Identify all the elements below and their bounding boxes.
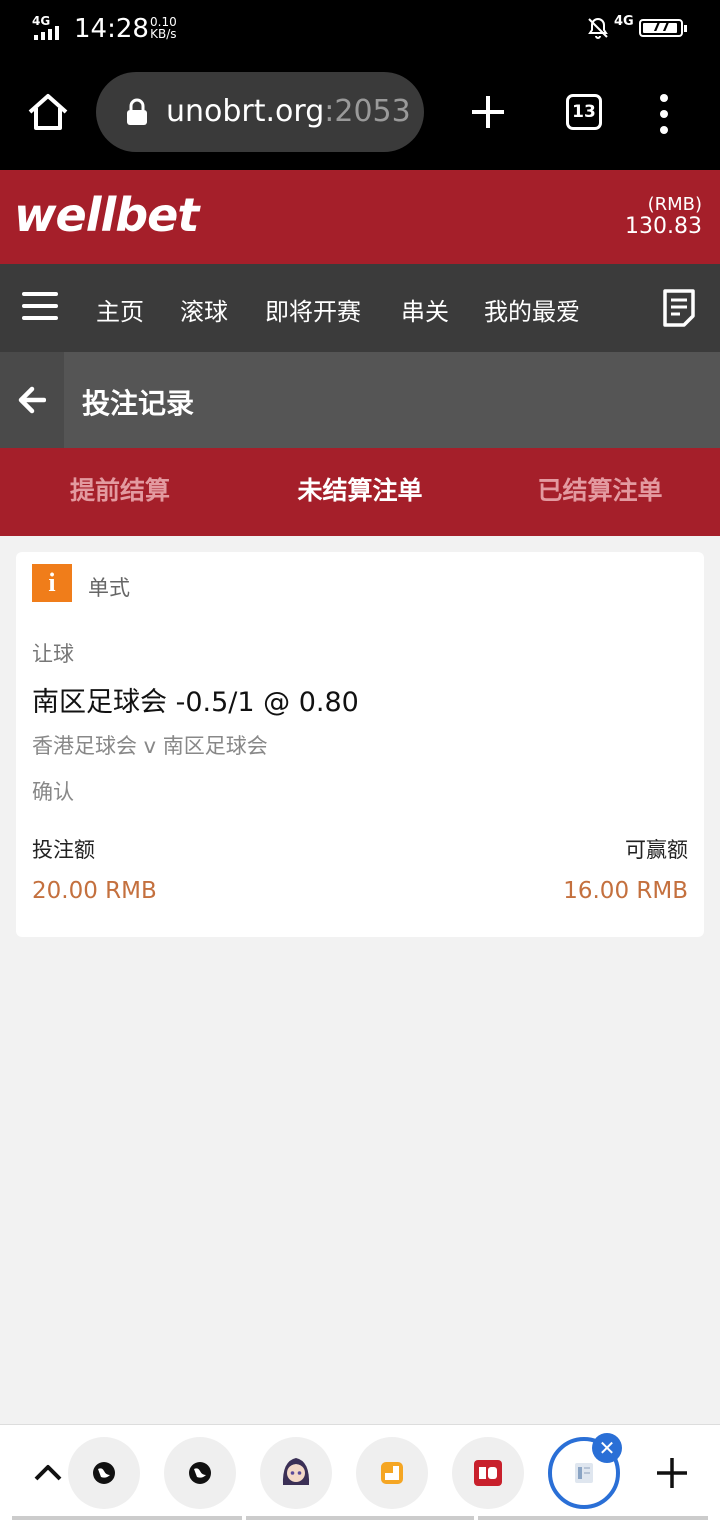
globe-icon [93, 1462, 115, 1484]
network-speed: 0.10 KB/s [150, 16, 177, 40]
document-icon [575, 1463, 593, 1483]
match-name: 香港足球会 v 南区足球会 [32, 734, 268, 758]
back-button[interactable] [0, 352, 64, 448]
tab-thumbnail-red-app[interactable] [452, 1437, 524, 1509]
signal-icon [34, 26, 64, 40]
clock: 14:28 [74, 14, 149, 44]
tab-thumbnail-globe-partial[interactable] [68, 1437, 140, 1509]
stake-amount: 20.00 RMB [32, 878, 157, 904]
tab-thumbnail-orange-app[interactable] [356, 1437, 428, 1509]
bet-type: 单式 [88, 576, 130, 600]
bet-market: 让球 [32, 642, 74, 666]
anime-avatar-icon [282, 1458, 310, 1485]
tab-thumbnail-globe[interactable] [164, 1437, 236, 1509]
bottom-tab-strip: ✕ [0, 1424, 720, 1520]
home-icon[interactable] [26, 90, 70, 134]
to-win-label: 可赢额 [625, 838, 688, 862]
speed-unit: KB/s [150, 27, 177, 41]
arrow-left-icon [18, 386, 46, 414]
battery-icon: 77 [639, 19, 687, 37]
bet-selection: 南区足球会 -0.5/1 @ 0.80 [32, 687, 359, 718]
status-bar: 4G 14:28 0.10 KB/s 4G 77 [0, 0, 720, 58]
bet-status: 确认 [32, 780, 74, 804]
bet-record-tabs: 提前结算 未结算注单 已结算注单 [0, 448, 720, 536]
close-tab-icon[interactable]: ✕ [592, 1433, 622, 1463]
bell-off-icon [588, 17, 608, 39]
plus-icon[interactable] [468, 92, 508, 132]
address-bar[interactable]: unobrt.org:2053 [96, 72, 424, 152]
plus-icon[interactable] [654, 1455, 690, 1491]
nav-item-upcoming[interactable]: 即将开赛 [265, 292, 361, 327]
url-port: :2053 [324, 94, 411, 129]
info-icon: i [32, 564, 72, 602]
nav-item-parlay[interactable]: 串关 [401, 292, 449, 327]
page-title: 投注记录 [82, 387, 195, 420]
tab-cash-out[interactable]: 提前结算 [0, 448, 240, 536]
bet-card[interactable]: i 单式 让球 南区足球会 -0.5/1 @ 0.80 香港足球会 v 南区足球… [16, 552, 704, 937]
gesture-indicators [0, 1516, 720, 1520]
globe-icon [189, 1462, 211, 1484]
betslip-icon[interactable] [662, 288, 696, 328]
nav-item-favorites[interactable]: 我的最爱 [484, 292, 580, 327]
tab-thumbnail-avatar[interactable] [260, 1437, 332, 1509]
stake-label: 投注额 [32, 838, 95, 862]
site-header: wellbet (RMB) 130.83 [0, 170, 720, 264]
orange-app-icon [381, 1462, 403, 1484]
main-nav: 主页 滚球 即将开赛 串关 我的最爱 [0, 264, 720, 352]
nav-item-home[interactable]: 主页 [96, 292, 144, 327]
chevron-up-icon[interactable] [32, 1459, 64, 1487]
to-win-amount: 16.00 RMB [563, 878, 688, 904]
hamburger-menu-icon[interactable] [22, 290, 58, 322]
balance-amount: 130.83 [625, 214, 702, 239]
wellbet-logo[interactable]: wellbet [14, 188, 199, 242]
lock-icon [127, 98, 147, 125]
tab-settled[interactable]: 已结算注单 [480, 448, 720, 536]
balance-currency: (RMB) [647, 194, 702, 215]
browser-toolbar: unobrt.org:2053 13 [0, 58, 720, 170]
tab-switcher-button[interactable]: 13 [566, 94, 602, 130]
red-app-icon [474, 1460, 502, 1486]
more-menu-icon[interactable] [652, 92, 676, 136]
battery-level: 77 [651, 20, 671, 35]
url-host: unobrt.org [166, 94, 325, 129]
page-header: 投注记录 [0, 352, 720, 448]
url-text[interactable]: unobrt.org:2053 [166, 94, 411, 129]
network-type-right: 4G [614, 14, 634, 29]
nav-item-live[interactable]: 滚球 [180, 292, 228, 327]
tab-unsettled[interactable]: 未结算注单 [240, 448, 480, 536]
